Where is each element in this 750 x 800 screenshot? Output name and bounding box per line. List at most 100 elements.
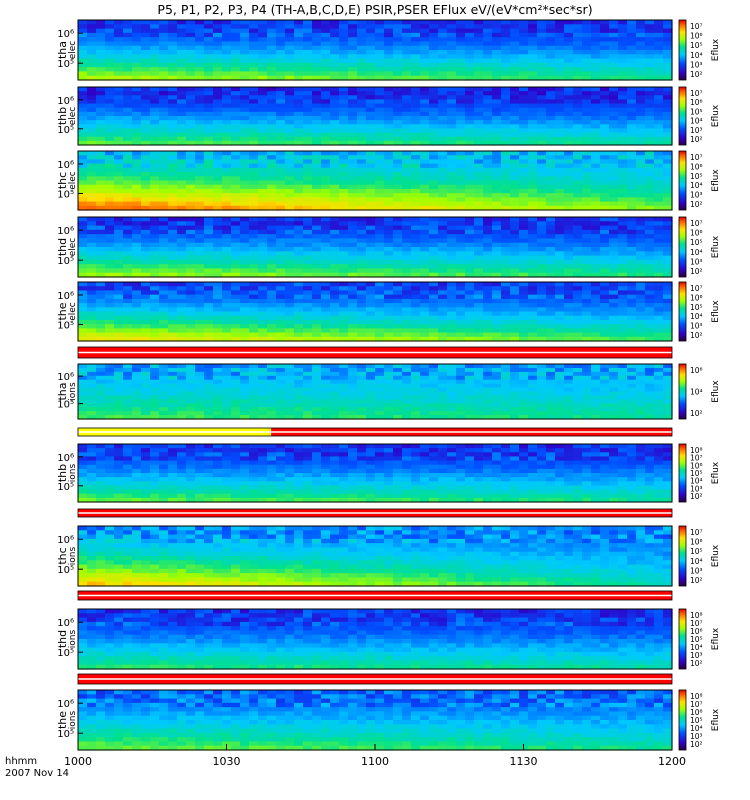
y-tick-label: 10⁶ [57,535,74,546]
y-tick-label: 10⁵ [57,256,74,267]
spectrogram-image [78,364,673,420]
colorbar-tick-label: 10⁴ [690,181,703,190]
colorbar-tick-label: 10⁴ [690,248,703,257]
y-tick-label: 10⁶ [57,29,74,40]
colorbar-tick-label: 10² [690,70,703,79]
colorbar [678,689,687,751]
y-tick-label: 10⁵ [57,400,74,411]
colorbar-tick-label: 10⁵ [690,107,703,116]
spectrogram-image [78,151,673,211]
colorbar-tick-label: 10² [690,135,703,144]
chart-canvas: P5, P1, P2, P3, P4 (TH-A,B,C,D,E) PSIR,P… [5,2,721,779]
colorbar-label: Eflux [711,235,721,258]
colorbar-label: Eflux [711,627,721,650]
colorbar-tick-label: 10² [690,576,703,585]
spectrogram-image [78,444,673,503]
mode-bar [77,427,673,437]
colorbar-tick-label: 10⁶ [690,98,703,107]
colorbar-tick-label: 10⁴ [690,388,703,397]
spectrogram-panel-thc-elec: thc elec10⁶10⁵10⁷10⁶10⁵10⁴10³10²Eflux [56,150,721,211]
colorbar-tick-label: 10⁶ [690,293,703,302]
chart-title: P5, P1, P2, P3, P4 (TH-A,B,C,D,E) PSIR,P… [157,2,592,17]
colorbar-tick-label: 10⁷ [690,153,703,162]
spectrogram-panel-thd-elec: thd elec10⁶10⁵10⁷10⁶10⁵10⁴10³10²Eflux [56,216,721,278]
colorbar-tick-label: 10³ [690,126,703,135]
colorbar-label: Eflux [711,169,721,192]
x-tick-label: 1000 [64,755,92,768]
y-tick-label: 10⁶ [57,699,74,710]
colorbar-tick-label: 10⁵ [690,303,703,312]
spectrogram-image [78,20,673,81]
y-tick-label: 10⁵ [57,125,74,136]
panel-species-label: elec [68,171,78,190]
panel-species-label: elec [68,41,78,60]
panel-species-label: ions [68,463,78,482]
mode-bar [77,346,673,359]
colorbar-tick-label: 10⁷ [690,22,703,31]
spectrogram-panel-the-elec: the elec10⁶10⁵10⁷10⁶10⁵10⁴10³10²Eflux [56,281,721,342]
colorbar-label: Eflux [711,708,721,731]
panel-species-label: elec [68,302,78,321]
colorbar [678,525,687,587]
y-tick-label: 10⁶ [57,160,74,171]
colorbar [678,363,687,420]
y-tick-label: 10⁶ [57,291,74,302]
spectrogram-image [78,87,673,146]
colorbar-label: Eflux [711,300,721,323]
spectrogram-image [78,609,673,670]
colorbar-tick-label: 10⁷ [690,219,703,228]
colorbar-tick-label: 10⁴ [690,117,703,126]
colorbar-tick-label: 10³ [690,322,703,331]
x-tick-label: 1030 [213,755,241,768]
spectrogram-panel-tha-ions: tha ions10⁶10⁵10⁶10⁴10²Eflux [56,363,721,420]
colorbar-tick-label: 10⁶ [690,162,703,171]
x-tick-label: 1130 [510,755,538,768]
panel-species-label: elec [68,238,78,257]
colorbar-tick-label: 10⁵ [690,238,703,247]
panel-species-label: ions [68,546,78,565]
colorbar-tick-label: 10² [690,492,703,501]
colorbar-tick-label: 10⁶ [690,366,703,375]
colorbar-tick-label: 10⁶ [690,32,703,41]
y-tick-label: 10⁵ [57,59,74,70]
colorbar [678,443,687,503]
colorbar [678,150,687,211]
colorbar-tick-label: 10⁵ [690,547,703,556]
colorbar-tick-label: 10⁶ [690,538,703,547]
panel-species-label: ions [68,382,78,401]
spectrogram-image [78,217,673,278]
colorbar-tick-label: 10² [690,409,703,418]
spectrogram-image [78,526,673,587]
y-tick-label: 10⁵ [57,482,74,493]
y-tick-label: 10⁵ [57,565,74,576]
colorbar-tick-label: 10³ [690,566,703,575]
y-tick-label: 10⁶ [57,96,74,107]
colorbar-label: Eflux [711,38,721,61]
panel-species-label: ions [68,629,78,648]
colorbar-tick-label: 10⁷ [690,284,703,293]
colorbar-tick-label: 10² [690,331,703,340]
colorbar-label: Eflux [711,544,721,567]
colorbar-tick-label: 10⁶ [690,229,703,238]
y-tick-label: 10⁵ [57,648,74,659]
spectrogram-panel-thc-ions: thc ions10⁶10⁵10⁷10⁶10⁵10⁴10³10²Eflux [56,525,721,587]
colorbar [678,216,687,278]
colorbar-tick-label: 10² [690,740,703,749]
y-tick-label: 10⁶ [57,372,74,383]
colorbar-tick-label: 10⁴ [690,557,703,566]
spectrogram-panel-thd-ions: thd ions10⁶10⁵10⁸10⁷10⁶10⁵10⁴10³10²Eflux [56,608,721,670]
colorbar-tick-label: 10² [690,267,703,276]
colorbar-tick-label: 10⁵ [690,41,703,50]
x-axis-date-label: 2007 Nov 14 [5,768,69,779]
x-tick-label: 1100 [361,755,389,768]
colorbar-tick-label: 10³ [690,191,703,200]
spectrogram-panel-the-ions: the ions10⁶10⁵10⁸10⁷10⁶10⁵10⁴10³10²Eflux [56,689,721,751]
colorbar [678,19,687,81]
x-axis-label: hhmm [5,756,37,767]
colorbar [678,281,687,342]
spectrogram-panel-thb-elec: thb elec10⁶10⁵10⁷10⁶10⁵10⁴10³10²Eflux [56,86,721,146]
panel-species-label: ions [68,710,78,729]
colorbar-tick-label: 10⁴ [690,51,703,60]
y-tick-label: 10⁵ [57,189,74,200]
mode-bar [77,590,673,601]
